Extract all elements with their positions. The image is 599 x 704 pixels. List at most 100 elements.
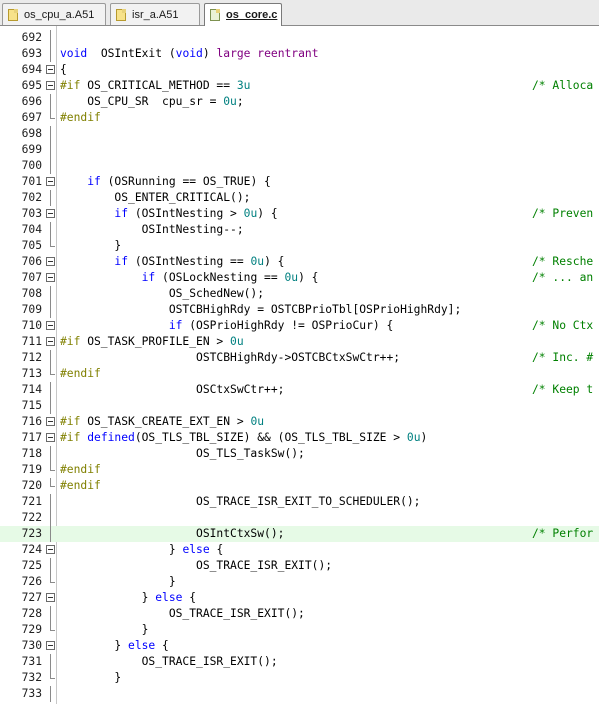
- line-number: 720: [21, 479, 42, 492]
- code-line[interactable]: 713 #endif: [0, 366, 599, 382]
- fold-collapse-icon[interactable]: [46, 433, 55, 442]
- code-line[interactable]: 723 OSIntCtxSw(); /* Perfor: [0, 526, 599, 542]
- code-line[interactable]: 699: [0, 142, 599, 158]
- code-line[interactable]: 716 #if OS_TASK_CREATE_EXT_EN > 0u: [0, 414, 599, 430]
- code-line[interactable]: 712 OSTCBHighRdy->OSTCBCtxSwCtr++; /* Inc…: [0, 350, 599, 366]
- fold-collapse-icon[interactable]: [46, 321, 55, 330]
- code-line[interactable]: 708 OS_SchedNew();: [0, 286, 599, 302]
- code-line[interactable]: 693 void OSIntExit (void) large reentrant: [0, 46, 599, 62]
- code-line[interactable]: 719 #endif: [0, 462, 599, 478]
- code-line[interactable]: 706 if (OSIntNesting == 0u) {/* Resche: [0, 254, 599, 270]
- line-number: 698: [21, 127, 42, 140]
- fold-guide: [46, 94, 55, 110]
- code-line[interactable]: 725 OS_TRACE_ISR_EXIT();: [0, 558, 599, 574]
- code-text: #endif: [60, 463, 101, 476]
- code-line[interactable]: 709 OSTCBHighRdy = OSTCBPrioTbl[OSPrioHi…: [0, 302, 599, 318]
- code-line[interactable]: 718 OS_TLS_TaskSw();: [0, 446, 599, 462]
- fold-collapse-icon[interactable]: [46, 417, 55, 426]
- code-line[interactable]: 698: [0, 126, 599, 142]
- fold-guide: [46, 494, 55, 510]
- code-text: if (OSRunning == OS_TRUE) {: [87, 175, 271, 188]
- code-line[interactable]: 733: [0, 686, 599, 702]
- fold-guide: [46, 46, 55, 62]
- fold-collapse-icon[interactable]: [46, 209, 55, 218]
- line-number: 722: [21, 511, 42, 524]
- fold-collapse-icon[interactable]: [46, 545, 55, 554]
- tab-label: os_core.c: [226, 9, 278, 21]
- fold-collapse-icon[interactable]: [46, 257, 55, 266]
- code-text: OSTCBHighRdy->OSTCBCtxSwCtr++;: [60, 351, 401, 364]
- code-line[interactable]: 695 #if OS_CRITICAL_METHOD == 3u /* Alloca: [0, 78, 599, 94]
- line-number: 696: [21, 95, 42, 108]
- fold-collapse-icon[interactable]: [46, 273, 55, 282]
- code-line[interactable]: 728 OS_TRACE_ISR_EXIT();: [0, 606, 599, 622]
- fold-collapse-icon[interactable]: [46, 177, 55, 186]
- code-line[interactable]: 729 }: [0, 622, 599, 638]
- code-text: }: [60, 623, 149, 636]
- code-text: #endif: [60, 111, 101, 124]
- code-line[interactable]: 703 if (OSIntNesting > 0u) {/* Preven: [0, 206, 599, 222]
- fold-guide: [46, 398, 55, 414]
- line-number: 707: [21, 271, 42, 284]
- fold-collapse-icon[interactable]: [46, 641, 55, 650]
- code-comment: /* Inc. #: [532, 351, 594, 364]
- line-number: 715: [21, 399, 42, 412]
- code-line[interactable]: 702 OS_ENTER_CRITICAL();: [0, 190, 599, 206]
- code-line[interactable]: 701 if (OSRunning == OS_TRUE) {: [0, 174, 599, 190]
- code-line[interactable]: 694 {: [0, 62, 599, 78]
- code-line[interactable]: 707 if (OSLockNesting == 0u) {/* ... an: [0, 270, 599, 286]
- editor-tab-bar: os_cpu_a.A51 isr_a.A51 os_core.c: [0, 0, 599, 26]
- code-text: #if OS_TASK_PROFILE_EN > 0u: [60, 335, 244, 348]
- code-line[interactable]: 727 } else {: [0, 590, 599, 606]
- tab-isr-a[interactable]: isr_a.A51: [110, 3, 200, 25]
- fold-collapse-icon[interactable]: [46, 65, 55, 74]
- code-line[interactable]: 715: [0, 398, 599, 414]
- code-comment: /* Perfor: [532, 527, 594, 540]
- line-number: 721: [21, 495, 42, 508]
- code-line[interactable]: 724 } else {: [0, 542, 599, 558]
- code-line[interactable]: 722: [0, 510, 599, 526]
- code-line[interactable]: 711 #if OS_TASK_PROFILE_EN > 0u: [0, 334, 599, 350]
- code-line[interactable]: 730 } else {: [0, 638, 599, 654]
- line-number: 716: [21, 415, 42, 428]
- line-number: 717: [21, 431, 42, 444]
- line-number: 703: [21, 207, 42, 220]
- line-number: 727: [21, 591, 42, 604]
- tab-os-cpu-a[interactable]: os_cpu_a.A51: [2, 3, 106, 25]
- code-line[interactable]: 714 OSCtxSwCtr++; /* Keep t: [0, 382, 599, 398]
- code-text: OS_SchedNew();: [60, 287, 265, 300]
- code-line[interactable]: 731 OS_TRACE_ISR_EXIT();: [0, 654, 599, 670]
- line-number: 732: [21, 671, 42, 684]
- code-comment: /* ... an: [532, 271, 594, 284]
- code-line[interactable]: 692: [0, 30, 599, 46]
- fold-guide: [46, 478, 55, 490]
- line-number: 695: [21, 79, 42, 92]
- code-line[interactable]: 700: [0, 158, 599, 174]
- code-line[interactable]: 721 OS_TRACE_ISR_EXIT_TO_SCHEDULER();: [0, 494, 599, 510]
- code-editor[interactable]: 692 693 void OSIntExit (void) large reentr…: [0, 26, 599, 704]
- file-icon: [8, 8, 18, 21]
- line-number: 728: [21, 607, 42, 620]
- code-text: OS_CPU_SR cpu_sr = 0u;: [60, 95, 244, 108]
- file-icon: [116, 8, 126, 21]
- line-number: 708: [21, 287, 42, 300]
- code-line[interactable]: 726 }: [0, 574, 599, 590]
- fold-guide: [46, 382, 55, 398]
- fold-guide: [46, 606, 55, 622]
- code-line[interactable]: 710 if (OSPrioHighRdy != OSPrioCur) {/* …: [0, 318, 599, 334]
- tab-os-core[interactable]: os_core.c: [204, 3, 282, 26]
- code-line[interactable]: 704 OSIntNesting--;: [0, 222, 599, 238]
- line-number: 711: [21, 335, 42, 348]
- code-line[interactable]: 705 }: [0, 238, 599, 254]
- code-line[interactable]: 717 #if defined(OS_TLS_TBL_SIZE) && (OS_T…: [0, 430, 599, 446]
- line-number: 718: [21, 447, 42, 460]
- fold-collapse-icon[interactable]: [46, 593, 55, 602]
- code-line[interactable]: 697 #endif: [0, 110, 599, 126]
- fold-collapse-icon[interactable]: [46, 337, 55, 346]
- code-line[interactable]: 696 OS_CPU_SR cpu_sr = 0u;: [0, 94, 599, 110]
- fold-guide: [46, 558, 55, 574]
- fold-collapse-icon[interactable]: [46, 81, 55, 90]
- fold-guide: [46, 158, 55, 174]
- code-line[interactable]: 720 #endif: [0, 478, 599, 494]
- code-line[interactable]: 732 }: [0, 670, 599, 686]
